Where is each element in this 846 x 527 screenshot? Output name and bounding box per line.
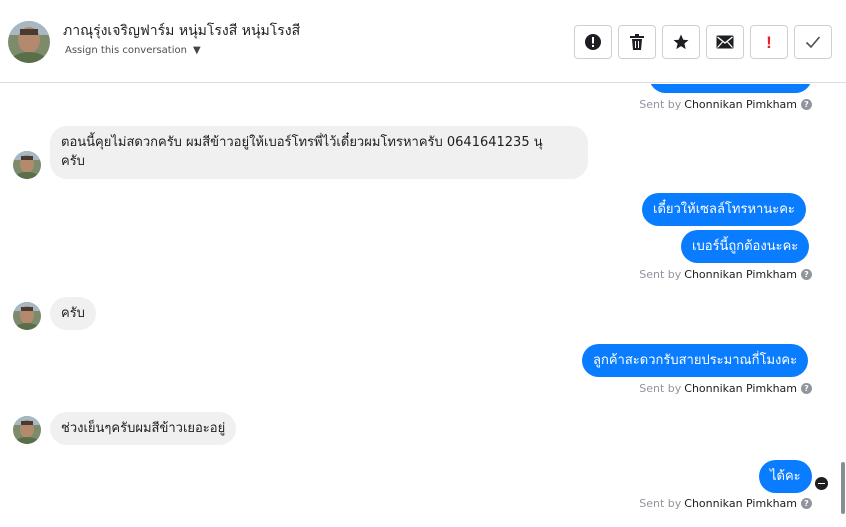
sent-by-label: Sent by Chonnikan Pimkham ? [639,268,812,281]
email-button[interactable] [706,25,744,59]
scrollbar-thumb[interactable] [841,462,845,514]
conversation-actions: ! [574,25,832,59]
checkmark-icon [805,36,821,49]
conversation-header: ภาณุรุ่งเจริญฟาร์ม หนุ่มโรงสี หนุ่มโรงสี… [0,0,846,83]
trash-icon [630,34,644,50]
message-thread[interactable]: Sent by Chonnikan Pimkham ? ตอนนี้คุยไม่… [0,84,846,527]
contact-avatar-small [13,151,41,179]
incoming-message: ช่วงเย็นๆครับผมสีข้าวเยอะอยู่ [50,412,237,445]
contact-avatar-small [13,416,41,444]
sent-by-label: Sent by Chonnikan Pimkham ? [639,382,812,395]
sent-by-label: Sent by Chonnikan Pimkham ? [639,497,812,510]
incoming-message: ตอนนี้คุยไม่สดวกครับ ผมสีข้าวอยู่ให้เบอร… [50,126,588,179]
outgoing-message: ลูกค้าสะดวกรับสายประมาณกี่โมงคะ [582,344,809,377]
incoming-message: ครับ [50,297,96,330]
star-icon [673,34,689,50]
assign-label: Assign this conversation [65,45,187,56]
help-icon[interactable]: ? [801,269,812,280]
delete-button[interactable] [618,25,656,59]
outgoing-message: เดี๋ยวให้เซลล์โทรหานะคะ [642,193,806,226]
outgoing-message-partial [649,84,812,93]
envelope-icon [716,35,734,49]
mark-done-button[interactable] [794,25,832,59]
exclamation-icon: ! [766,32,772,52]
caret-down-icon: ▼ [192,45,201,56]
help-icon[interactable]: ? [801,99,812,110]
contact-avatar-small [13,302,41,330]
mark-important-button[interactable]: ! [750,25,788,59]
outgoing-message: ได้คะ [759,460,812,493]
report-spam-button[interactable] [574,25,612,59]
sent-by-label: Sent by Chonnikan Pimkham ? [639,98,812,111]
contact-avatar[interactable] [8,21,50,63]
outgoing-message: เบอร์นี้ถูกต้องนะคะ [681,230,810,263]
star-button[interactable] [662,25,700,59]
help-icon[interactable]: ? [801,383,812,394]
scroll-to-bottom-icon[interactable] [815,477,828,490]
assign-conversation-dropdown[interactable]: Assign this conversation ▼ [65,45,201,56]
alert-circle-icon [585,34,601,50]
contact-name: ภาณุรุ่งเจริญฟาร์ม หนุ่มโรงสี หนุ่มโรงสี [63,23,301,39]
help-icon[interactable]: ? [801,498,812,509]
